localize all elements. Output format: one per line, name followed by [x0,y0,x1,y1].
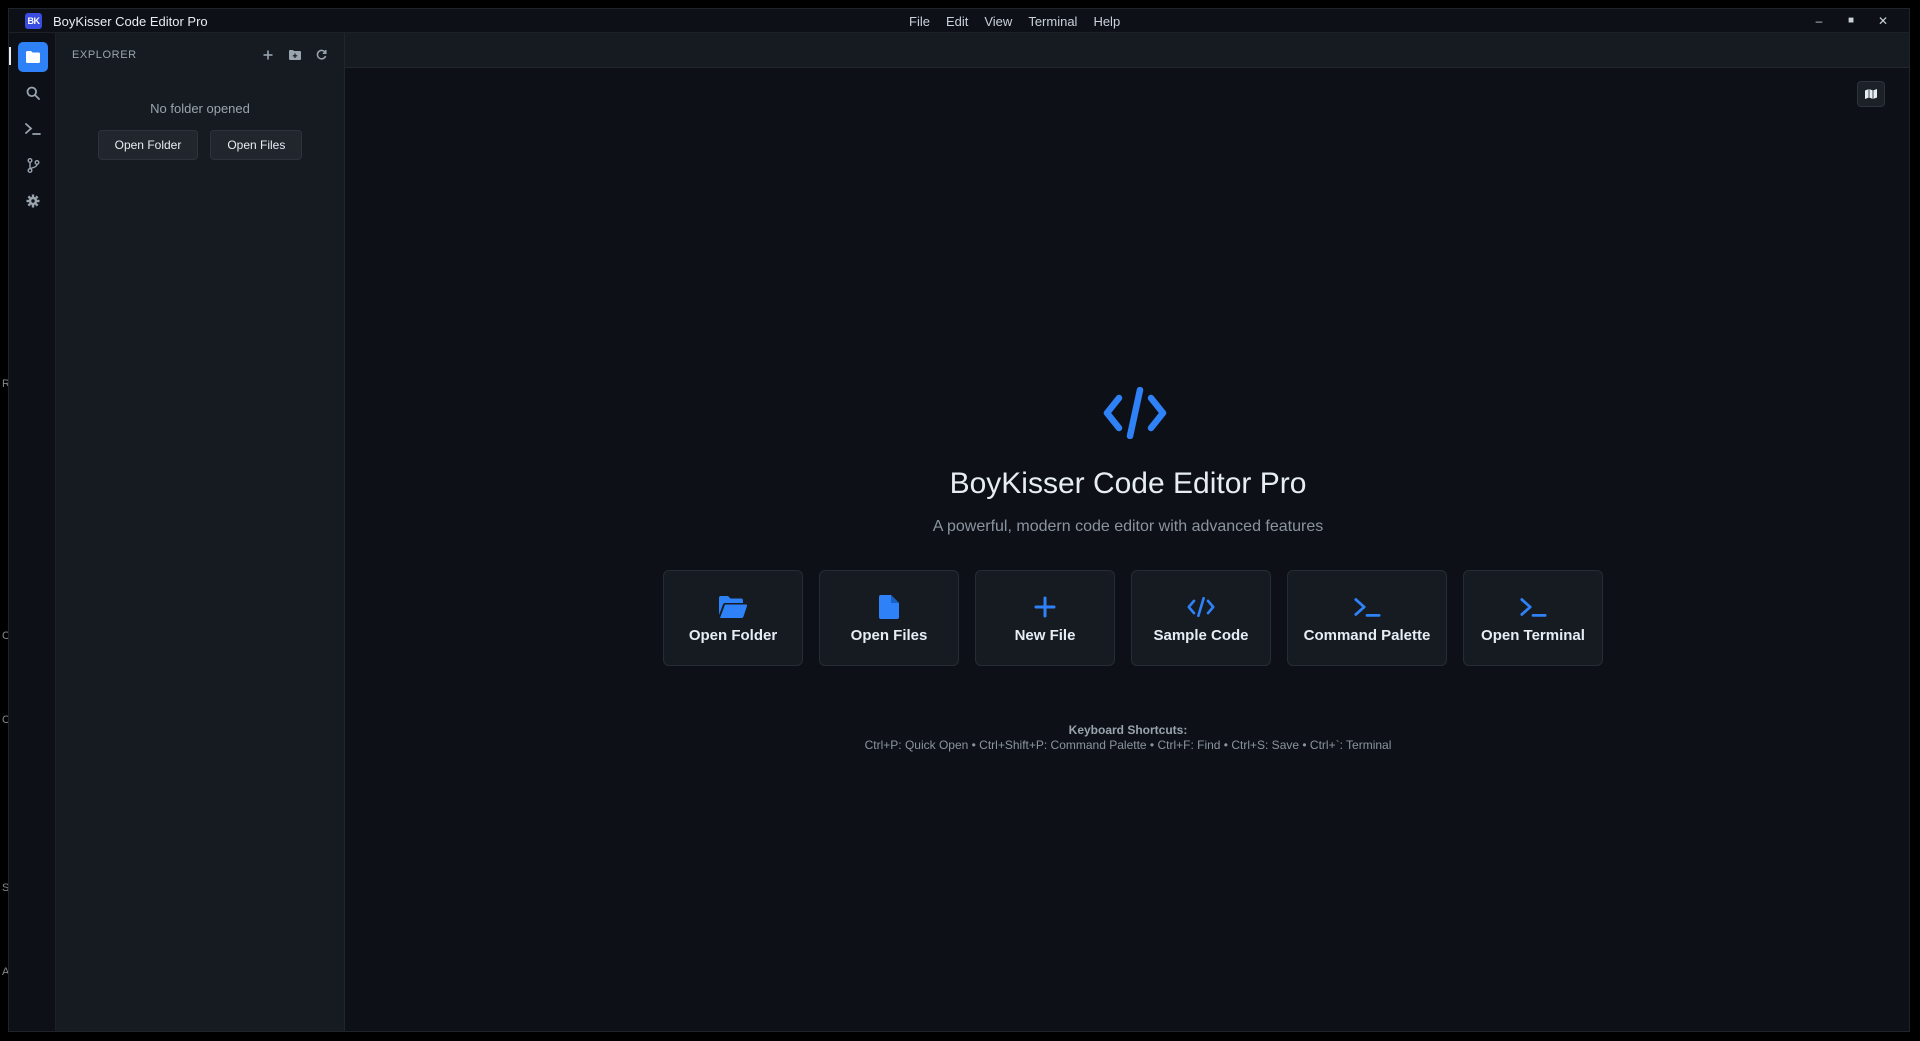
title-bar[interactable]: BK BoyKisser Code Editor Pro File Edit V… [9,9,1909,33]
menu-help[interactable]: Help [1085,14,1128,29]
code-icon [1103,387,1167,439]
git-branch-icon [27,157,39,173]
activity-settings[interactable] [18,186,48,216]
command-palette-card[interactable]: Command Palette [1287,570,1447,666]
refresh-button[interactable] [313,46,330,63]
open-files-card[interactable]: Open Files [819,570,959,666]
search-icon [26,86,40,100]
plus-icon [1031,593,1059,621]
folder-icon [26,51,40,63]
new-file-icon [263,50,272,59]
menu-view[interactable]: View [976,14,1020,29]
open-terminal-card[interactable]: Open Terminal [1463,570,1603,666]
sidebar-open-folder-button[interactable]: Open Folder [97,130,199,160]
card-label: Open Files [850,626,928,644]
sidebar-header: EXPLORER [56,33,344,77]
close-button[interactable]: ✕ [1867,12,1899,30]
card-label: Sample Code [1153,626,1249,644]
maximize-button[interactable]: ■ [1835,12,1867,30]
activity-bar [9,33,56,1031]
sidebar-actions [259,46,330,63]
activity-terminal[interactable] [18,114,48,144]
app-logo: BK [25,13,42,29]
folder-open-icon [719,593,747,621]
welcome-title: BoyKisser Code Editor Pro [949,467,1307,500]
editor-area: BoyKisser Code Editor Pro A powerful, mo… [345,33,1909,1031]
code-icon [1187,593,1215,621]
card-label: New File [1014,626,1076,644]
minimize-button[interactable]: – [1803,12,1835,30]
sidebar-open-files-button[interactable]: Open Files [210,130,303,160]
menu-file[interactable]: File [901,14,938,29]
active-indicator [9,47,11,65]
refresh-icon [316,49,327,60]
gear-icon [26,194,40,208]
app-window: BK BoyKisser Code Editor Pro File Edit V… [8,8,1910,1032]
app-title: BoyKisser Code Editor Pro [53,14,208,29]
file-icon [875,593,903,621]
card-label: Open Folder [688,626,778,644]
terminal-icon [1519,593,1547,621]
new-file-card[interactable]: New File [975,570,1115,666]
activity-explorer[interactable] [18,42,48,72]
keyboard-shortcuts: Keyboard Shortcuts: Ctrl+P: Quick Open •… [345,723,1909,753]
no-folder-message: No folder opened [150,101,250,116]
card-label: Open Terminal [1481,626,1585,644]
welcome-screen: BoyKisser Code Editor Pro A powerful, mo… [345,33,1909,1031]
menu-bar: File Edit View Terminal Help [901,14,1128,29]
menu-terminal[interactable]: Terminal [1020,14,1085,29]
menu-edit[interactable]: Edit [938,14,976,29]
shortcuts-title: Keyboard Shortcuts: [1068,723,1188,737]
sample-code-card[interactable]: Sample Code [1131,570,1271,666]
explorer-title: EXPLORER [72,49,137,61]
new-file-button[interactable] [259,46,276,63]
activity-search[interactable] [18,78,48,108]
window-controls: – ■ ✕ [1803,12,1899,30]
new-folder-icon [288,49,301,60]
card-label: Command Palette [1303,626,1431,644]
terminal-icon [25,123,41,135]
quick-action-cards: Open Folder Open Files New File Sample C… [663,570,1603,666]
activity-source-control[interactable] [18,150,48,180]
new-folder-button[interactable] [286,46,303,63]
explorer-sidebar: EXPLORER No folder opened Open Folder Op… [56,33,345,1031]
terminal-icon [1353,593,1381,621]
welcome-subtitle: A powerful, modern code editor with adva… [932,518,1324,535]
open-folder-card[interactable]: Open Folder [663,570,803,666]
sidebar-button-row: Open Folder Open Files [56,130,344,160]
shortcuts-text: Ctrl+P: Quick Open • Ctrl+Shift+P: Comma… [864,738,1392,752]
